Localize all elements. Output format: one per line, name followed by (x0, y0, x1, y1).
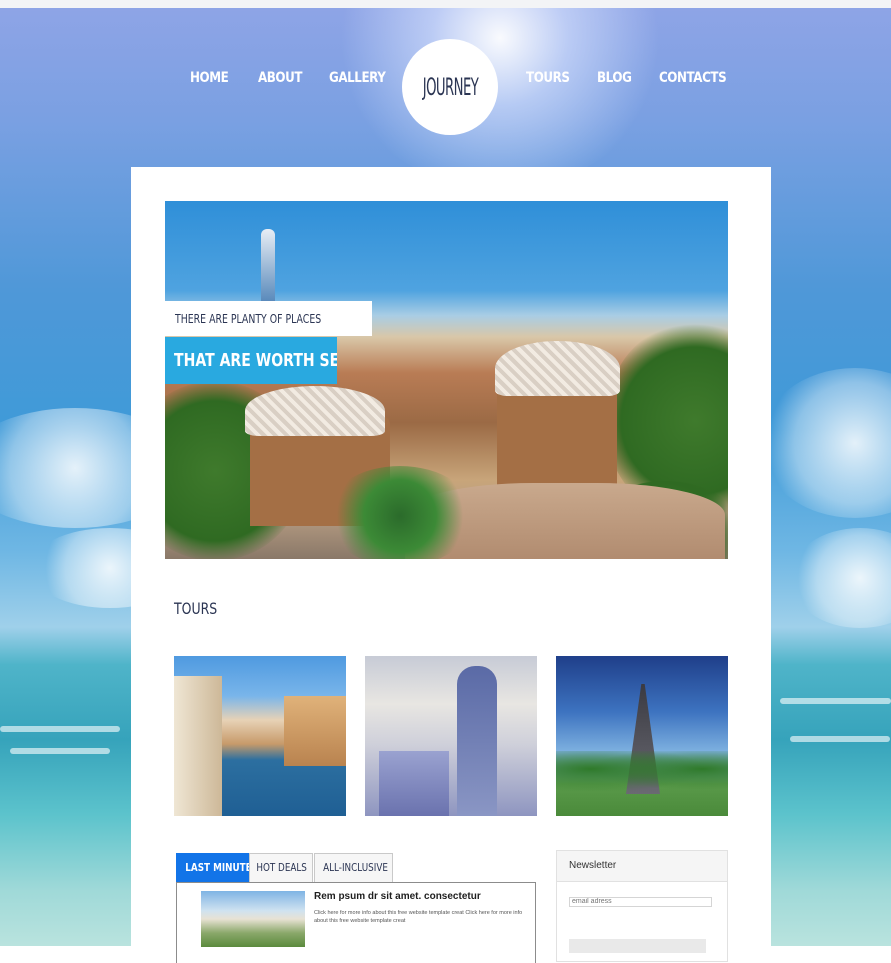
hero-roof-left (245, 386, 385, 436)
tours-heading: TOURS (174, 599, 218, 618)
venice-building (284, 696, 346, 766)
site-logo[interactable]: JOURNEY (402, 39, 498, 135)
sun-glow (330, 8, 670, 188)
cloud (760, 368, 891, 518)
newsletter-title: Newsletter (557, 851, 727, 882)
nav-gallery[interactable]: GALLERY (329, 70, 386, 86)
logo-text: JOURNEY (422, 73, 478, 101)
cloud (790, 528, 891, 628)
tab-all-inclusive[interactable]: ALL-INCLUSIVE (314, 853, 393, 882)
wave (10, 748, 110, 754)
hero-image-park-guell: THERE ARE PLANTY OF PLACES THAT ARE WORT… (165, 201, 728, 559)
nav-tours[interactable]: TOURS (526, 70, 570, 86)
article-title[interactable]: Rem psum dr sit amet. consectetur (314, 891, 481, 902)
nav-blog[interactable]: BLOG (597, 70, 632, 86)
newsletter-email-input[interactable] (569, 897, 712, 907)
tour-venice-image[interactable] (174, 656, 346, 816)
tour-new-york-image[interactable] (365, 656, 537, 816)
wave (0, 726, 120, 732)
venice-building (174, 676, 222, 816)
content-panel: THERE ARE PLANTY OF PLACES THAT ARE WORT… (131, 167, 771, 963)
hero-tagline-big: THAT ARE WORTH SEEING (165, 337, 337, 384)
tab-content: Rem psum dr sit amet. consectetur Click … (176, 882, 536, 963)
hero-tower (261, 229, 275, 309)
hero-roof-right (495, 341, 620, 396)
newsletter-box: Newsletter (556, 850, 728, 962)
city-skyline (379, 751, 449, 816)
park-trees (556, 751, 728, 796)
hero-palm (325, 466, 475, 559)
nav-contacts[interactable]: CONTACTS (659, 70, 727, 86)
nav-home[interactable]: HOME (190, 70, 229, 86)
tour-paris-image[interactable] (556, 656, 728, 816)
wave (790, 736, 890, 742)
article-text: Click here for more info about this free… (314, 910, 523, 924)
tab-last-minute[interactable]: LAST MINUTE (176, 853, 252, 882)
article-thumbnail[interactable] (201, 891, 305, 947)
hero-tagline-small: THERE ARE PLANTY OF PLACES (165, 301, 373, 336)
wave (780, 698, 891, 704)
nav-about[interactable]: ABOUT (258, 70, 302, 86)
newsletter-subscribe-button[interactable] (569, 939, 706, 953)
liberty-statue (457, 666, 497, 816)
tab-hot-deals[interactable]: HOT DEALS (249, 853, 313, 882)
